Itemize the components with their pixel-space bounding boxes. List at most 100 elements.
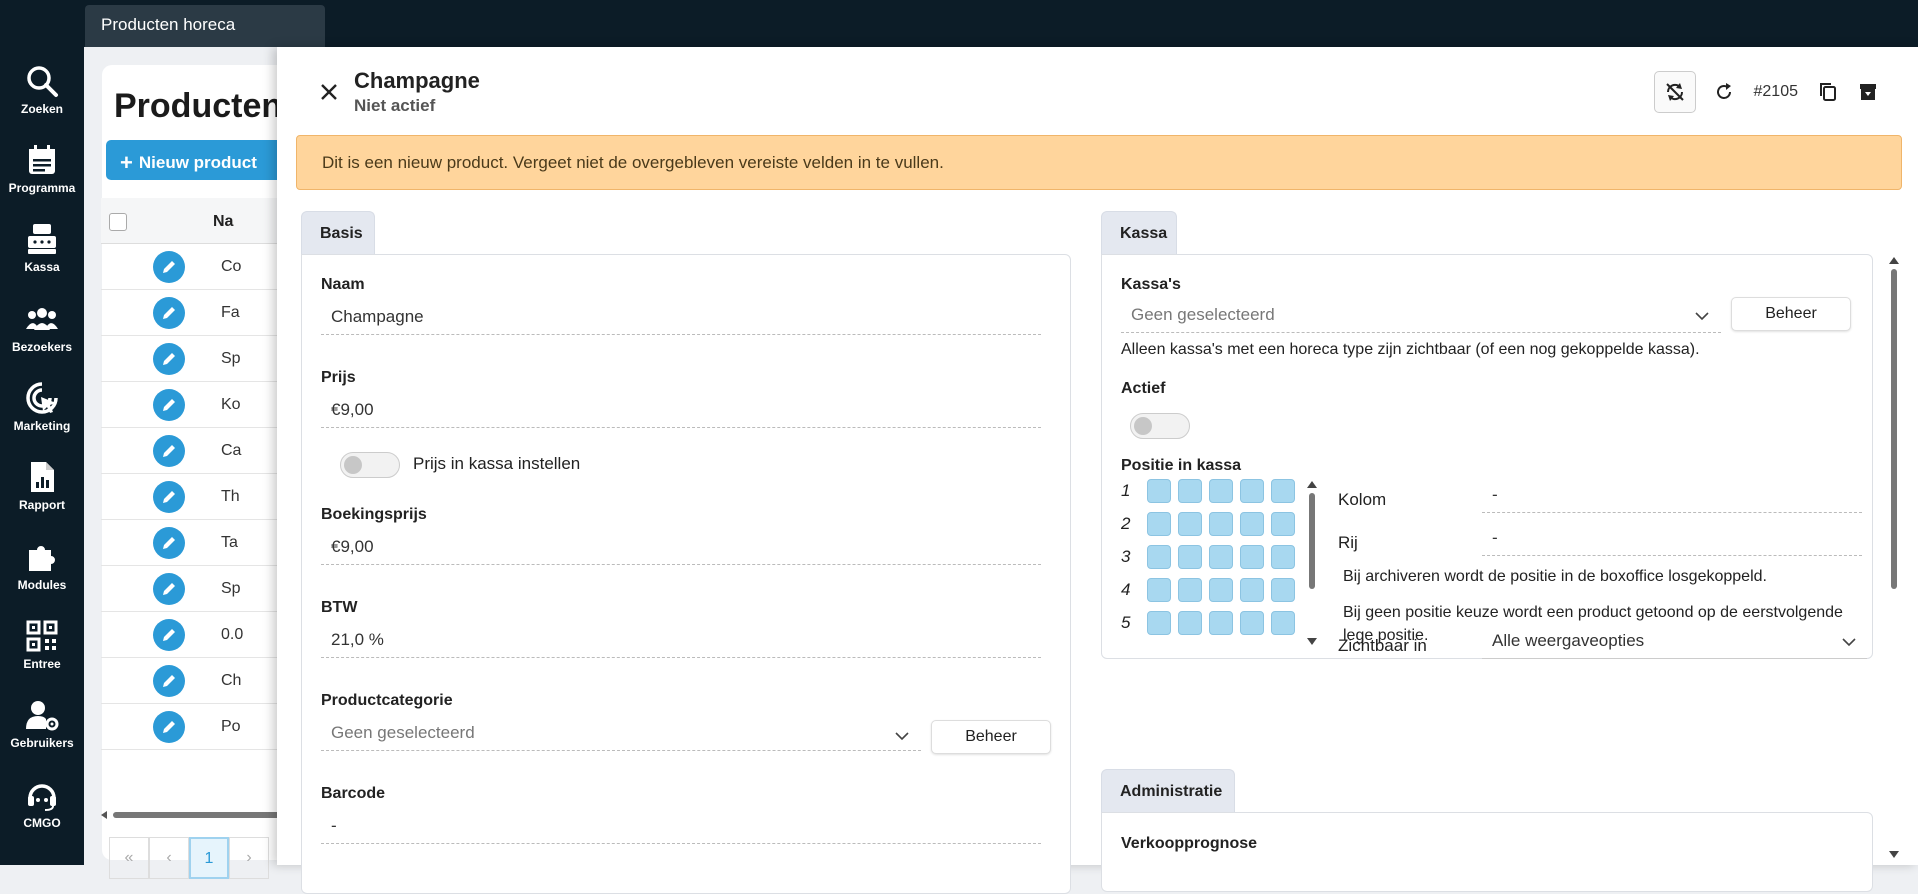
headset-icon: [28, 784, 56, 811]
close-icon[interactable]: [314, 77, 344, 107]
archive-icon: [1860, 84, 1876, 100]
actief-toggle[interactable]: [1130, 413, 1190, 439]
edit-button[interactable]: [153, 619, 185, 651]
sidebar-item-rapport[interactable]: Rapport: [0, 460, 84, 530]
grid-cell[interactable]: [1178, 545, 1202, 569]
zichtbaar-select[interactable]: Alle weergaveopties: [1482, 625, 1867, 659]
copy-button[interactable]: [1808, 72, 1848, 112]
background-list-page: Producten + Nieuw product Na Co Fa Sp Ko Ca Th…: [84, 47, 362, 879]
grid-cell[interactable]: [1209, 479, 1233, 503]
grid-cell[interactable]: [1147, 611, 1171, 635]
grid-cell[interactable]: [1271, 578, 1295, 602]
sidebar-item-modules[interactable]: Modules: [0, 540, 84, 610]
archive-button[interactable]: [1848, 72, 1888, 112]
calendar-icon: [29, 145, 55, 174]
edit-button[interactable]: [153, 711, 185, 743]
kassas-select[interactable]: Geen geselecteerd: [1121, 299, 1721, 333]
btw-label: BTW: [321, 599, 358, 616]
grid-cell[interactable]: [1240, 512, 1264, 536]
barcode-input[interactable]: -: [321, 810, 1041, 844]
prijs-input[interactable]: €9,00: [321, 394, 1041, 428]
select-all-checkbox[interactable]: [109, 213, 127, 231]
edit-button[interactable]: [153, 343, 185, 375]
grid-cell[interactable]: [1147, 512, 1171, 536]
grid-cell[interactable]: [1240, 545, 1264, 569]
kassas-beheer-button[interactable]: Beheer: [1731, 297, 1851, 331]
grid-cell[interactable]: [1178, 512, 1202, 536]
grid-cell[interactable]: [1178, 479, 1202, 503]
pager-page-1[interactable]: 1: [189, 837, 229, 879]
btw-input[interactable]: 21,0 %: [321, 624, 1041, 658]
tab-producten-horeca[interactable]: Producten horeca: [85, 5, 325, 47]
grid-cell[interactable]: [1271, 611, 1295, 635]
grid-cell[interactable]: [1240, 479, 1264, 503]
column-header-name[interactable]: Na: [213, 213, 233, 231]
grid-cell[interactable]: [1209, 512, 1233, 536]
grid-cell[interactable]: [1147, 545, 1171, 569]
edit-button[interactable]: [153, 435, 185, 467]
pencil-icon: [163, 491, 175, 503]
report-icon: [31, 462, 54, 492]
edit-button[interactable]: [153, 527, 185, 559]
top-bar: Producten horeca: [84, 0, 1918, 47]
grid-cell[interactable]: [1209, 545, 1233, 569]
edit-button[interactable]: [153, 251, 185, 283]
actief-label: Actief: [1121, 380, 1166, 397]
chevron-down-icon: [1695, 312, 1709, 321]
refresh-icon: [1716, 83, 1731, 99]
grid-cell[interactable]: [1209, 578, 1233, 602]
edit-button[interactable]: [153, 481, 185, 513]
sidebar-item-label: Zoeken: [20, 102, 63, 116]
edit-button[interactable]: [153, 389, 185, 421]
positie-grid-scrollbar[interactable]: [1305, 479, 1319, 647]
pager-first-button[interactable]: «: [109, 837, 149, 879]
naam-input[interactable]: Champagne: [321, 301, 1041, 335]
pager-next-button[interactable]: ›: [229, 837, 269, 879]
sidebar-item-cmgo[interactable]: CMGO: [0, 778, 84, 848]
grid-cell[interactable]: [1178, 578, 1202, 602]
boekingsprijs-input[interactable]: €9,00: [321, 531, 1041, 565]
sync-off-button[interactable]: [1653, 71, 1696, 113]
user-gear-icon: [26, 701, 59, 731]
tab-administratie[interactable]: Administratie: [1101, 769, 1235, 813]
grid-cell[interactable]: [1147, 578, 1171, 602]
sidebar-item-bezoekers[interactable]: Bezoekers: [0, 302, 84, 372]
pencil-icon: [163, 583, 175, 595]
drawer-status: Niet actief: [354, 96, 436, 115]
sidebar-item-entree[interactable]: Entree: [0, 619, 84, 689]
record-id: #2105: [1753, 83, 1799, 100]
sidebar-item-zoeken[interactable]: Zoeken: [0, 64, 84, 134]
sidebar-item-kassa[interactable]: Kassa: [0, 222, 84, 292]
prijs-in-kassa-toggle[interactable]: [340, 452, 400, 478]
grid-cell[interactable]: [1209, 611, 1233, 635]
rij-input[interactable]: -: [1482, 522, 1862, 556]
product-name: Po: [221, 718, 241, 735]
grid-cell[interactable]: [1178, 611, 1202, 635]
edit-button[interactable]: [153, 665, 185, 697]
grid-cell[interactable]: [1271, 545, 1295, 569]
grid-cell[interactable]: [1240, 578, 1264, 602]
grid-cell[interactable]: [1271, 512, 1295, 536]
plus-icon: +: [120, 150, 133, 175]
productcategorie-select[interactable]: Geen geselecteerd: [321, 717, 921, 751]
sidebar-item-marketing[interactable]: Marketing: [0, 381, 84, 451]
sidebar-item-label: Modules: [17, 578, 67, 592]
edit-button[interactable]: [153, 573, 185, 605]
refresh-button[interactable]: [1704, 72, 1744, 112]
sidebar-item-label: Bezoekers: [11, 340, 73, 354]
grid-cell[interactable]: [1271, 479, 1295, 503]
tab-kassa[interactable]: Kassa: [1101, 211, 1177, 255]
drawer-scrollbar[interactable]: [1887, 255, 1901, 860]
categorie-beheer-button[interactable]: Beheer: [931, 720, 1051, 754]
sidebar-item-programma[interactable]: Programma: [0, 143, 84, 213]
tab-basis[interactable]: Basis: [301, 211, 375, 255]
grid-cell[interactable]: [1240, 611, 1264, 635]
pagination: « ‹ 1 ›: [109, 837, 269, 879]
kolom-input[interactable]: -: [1482, 479, 1862, 513]
pager-prev-button[interactable]: ‹: [149, 837, 189, 879]
boekingsprijs-label: Boekingsprijs: [321, 506, 427, 523]
new-product-button[interactable]: + Nieuw product: [106, 140, 306, 180]
sidebar-item-gebruikers[interactable]: Gebruikers: [0, 698, 84, 768]
grid-cell[interactable]: [1147, 479, 1171, 503]
edit-button[interactable]: [153, 297, 185, 329]
